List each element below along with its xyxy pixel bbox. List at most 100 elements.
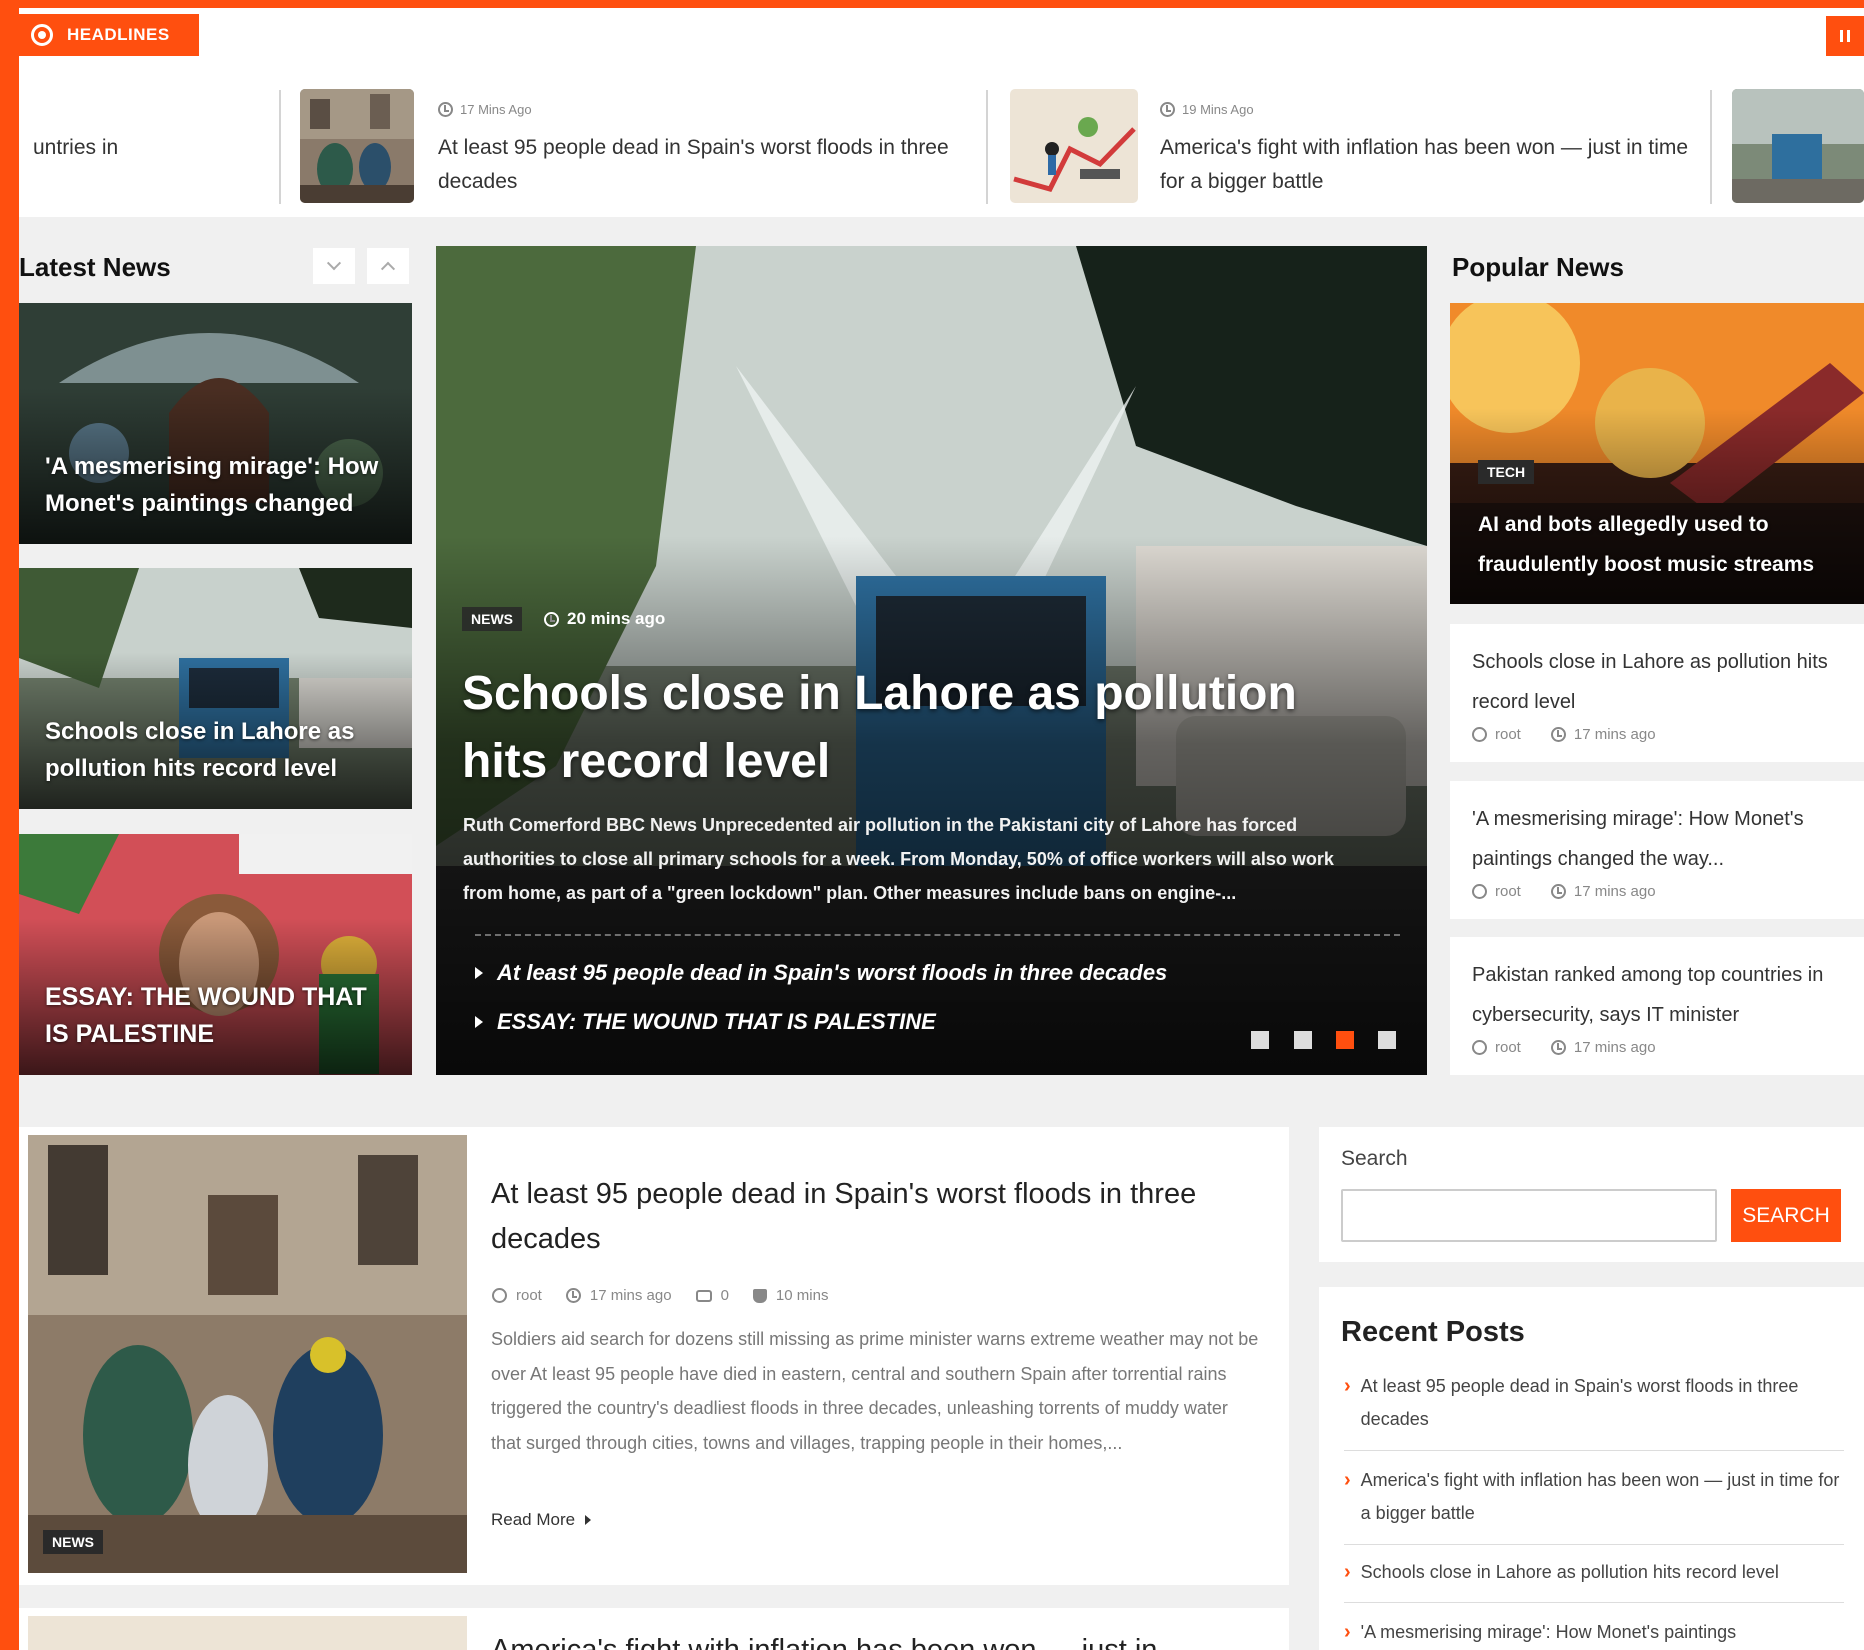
ticker-item-text[interactable]: untries in [33, 131, 273, 165]
user-icon [1472, 1040, 1487, 1055]
search-label: Search [1341, 1147, 1408, 1170]
article-excerpt: Soldiers aid search for dozens still mis… [491, 1329, 1259, 1453]
latest-news-card[interactable]: 'A mesmerising mirage': How Monet's pain… [19, 303, 412, 544]
post-time: 17 mins ago [1573, 883, 1656, 900]
record-icon [31, 24, 53, 46]
author[interactable]: root [516, 1287, 542, 1304]
clock-icon [565, 1288, 581, 1303]
article-image[interactable] [28, 1616, 467, 1650]
popular-news-item[interactable]: Pakistan ranked among top countries in c… [1450, 937, 1864, 1075]
clock-icon [544, 611, 559, 627]
comment-count[interactable]: 0 [721, 1287, 729, 1304]
chevron-right-icon: › [1344, 1621, 1351, 1643]
ticker-pause-button[interactable] [1826, 16, 1864, 56]
top-accent-bar [0, 0, 1864, 8]
read-time: 10 mins [775, 1287, 829, 1304]
pause-icon [1840, 30, 1850, 42]
slider-dot[interactable] [1251, 1031, 1269, 1049]
chevron-up-icon [380, 261, 396, 276]
search-button[interactable]: SEARCH [1731, 1189, 1841, 1242]
ticker-item-text[interactable]: At least 95 people dead in Spain's worst… [438, 131, 968, 199]
clock-icon [438, 102, 453, 117]
ticker-thumb-lahore[interactable] [1732, 89, 1864, 203]
divider [1344, 1450, 1844, 1451]
author[interactable]: root [1495, 726, 1521, 743]
article-title[interactable]: At least 95 people dead in Spain's worst… [491, 1172, 1261, 1262]
chevron-down-icon [326, 256, 342, 271]
ticker-divider [279, 90, 281, 204]
ticker-item-time: 19 Mins Ago [1160, 102, 1254, 117]
post-time: 17 mins ago [1573, 1039, 1656, 1056]
popular-news-item[interactable]: 'A mesmerising mirage': How Monet's pain… [1450, 781, 1864, 919]
recent-post-item[interactable]: › At least 95 people dead in Spain's wors… [1344, 1370, 1844, 1436]
ticker-thumb-inflation[interactable] [1010, 89, 1138, 203]
ticker-thumb-floods[interactable] [300, 89, 414, 203]
ticker-item-text[interactable]: America's fight with inflation has been … [1160, 131, 1700, 199]
popular-featured-title[interactable]: AI and bots allegedly used to fraudulent… [1478, 505, 1848, 585]
clock-icon [1550, 884, 1566, 899]
recent-posts-title: Recent Posts [1341, 1316, 1525, 1348]
popular-news-item[interactable]: Schools close in Lahore as pollution hit… [1450, 624, 1864, 762]
latest-news-card-title: ESSAY: THE WOUND THAT IS PALESTINE [45, 983, 367, 1048]
caret-right-icon [585, 1515, 592, 1525]
recent-post-item[interactable]: › America's fight with inflation has been… [1344, 1464, 1844, 1530]
article-tag[interactable]: NEWS [43, 1530, 103, 1554]
latest-news-card-title: 'A mesmerising mirage': How Monet's pain… [45, 453, 379, 517]
headlines-label: HEADLINES [67, 25, 170, 44]
latest-news-prev-button[interactable] [367, 248, 409, 284]
hero-time: 20 mins ago [544, 609, 665, 629]
clock-icon [1160, 102, 1175, 117]
divider [1344, 1544, 1844, 1545]
left-accent-bar [0, 0, 19, 1650]
hero-related-link[interactable]: At least 95 people dead in Spain's worst… [475, 960, 1167, 986]
chevron-right-icon: › [1344, 1469, 1351, 1491]
latest-news-card-title: Schools close in Lahore as pollution hit… [45, 718, 355, 782]
popular-news-item-title[interactable]: Pakistan ranked among top countries in c… [1472, 955, 1852, 1035]
coffee-icon [752, 1288, 767, 1303]
chevron-right-icon: › [1344, 1375, 1351, 1397]
ticker-divider [986, 90, 988, 204]
user-icon [1472, 727, 1487, 742]
latest-news-next-button[interactable] [313, 248, 355, 284]
popular-news-title: Popular News [1452, 252, 1624, 282]
comment-icon [695, 1289, 712, 1302]
article-image[interactable] [28, 1135, 467, 1573]
hero-related-link[interactable]: ESSAY: THE WOUND THAT IS PALESTINE [475, 1009, 936, 1035]
hero-divider [475, 934, 1400, 936]
slider-dot-active[interactable] [1336, 1031, 1354, 1049]
hero-title[interactable]: Schools close in Lahore as pollution hit… [462, 660, 1362, 796]
clock-icon [1550, 727, 1566, 742]
read-more-link[interactable]: Read More [491, 1510, 592, 1530]
latest-news-title: Latest News [19, 252, 171, 282]
hero-excerpt: Ruth Comerford BBC News Unprecedented ai… [463, 815, 1334, 903]
post-time: 17 mins ago [1573, 726, 1656, 743]
search-input[interactable] [1341, 1189, 1717, 1242]
caret-right-icon [475, 967, 483, 979]
ticker-item-time: 17 Mins Ago [438, 102, 532, 117]
caret-right-icon [475, 1016, 483, 1028]
slider-dot[interactable] [1294, 1031, 1312, 1049]
article-title[interactable]: America's fight with inflation has been … [491, 1628, 1157, 1650]
slider-dot[interactable] [1378, 1031, 1396, 1049]
article-meta: root 17 mins ago 0 10 mins [492, 1287, 828, 1304]
recent-post-item[interactable]: › 'A mesmerising mirage': How Monet's pai… [1344, 1616, 1844, 1649]
clock-icon [1550, 1040, 1566, 1055]
user-icon [1472, 884, 1487, 899]
divider [1344, 1602, 1844, 1603]
article-card: America's fight with inflation has been … [19, 1608, 1289, 1650]
hero-meta: NEWS 20 mins ago [462, 607, 665, 631]
latest-news-card[interactable]: Schools close in Lahore as pollution hit… [19, 568, 412, 809]
author[interactable]: root [1495, 1039, 1521, 1056]
hero-tag[interactable]: NEWS [462, 607, 522, 631]
recent-post-item[interactable]: › Schools close in Lahore as pollution hi… [1344, 1556, 1844, 1589]
headlines-badge: HEADLINES [19, 14, 199, 56]
ticker-divider [1710, 90, 1712, 204]
popular-featured-tag[interactable]: TECH [1478, 460, 1535, 484]
user-icon [492, 1288, 507, 1303]
popular-news-item-title[interactable]: Schools close in Lahore as pollution hit… [1472, 642, 1852, 722]
chevron-right-icon: › [1344, 1561, 1351, 1583]
post-time: 17 mins ago [589, 1287, 672, 1304]
popular-news-item-title[interactable]: 'A mesmerising mirage': How Monet's pain… [1472, 799, 1852, 879]
author[interactable]: root [1495, 883, 1521, 900]
latest-news-card[interactable]: ESSAY: THE WOUND THAT IS PALESTINE [19, 834, 412, 1075]
